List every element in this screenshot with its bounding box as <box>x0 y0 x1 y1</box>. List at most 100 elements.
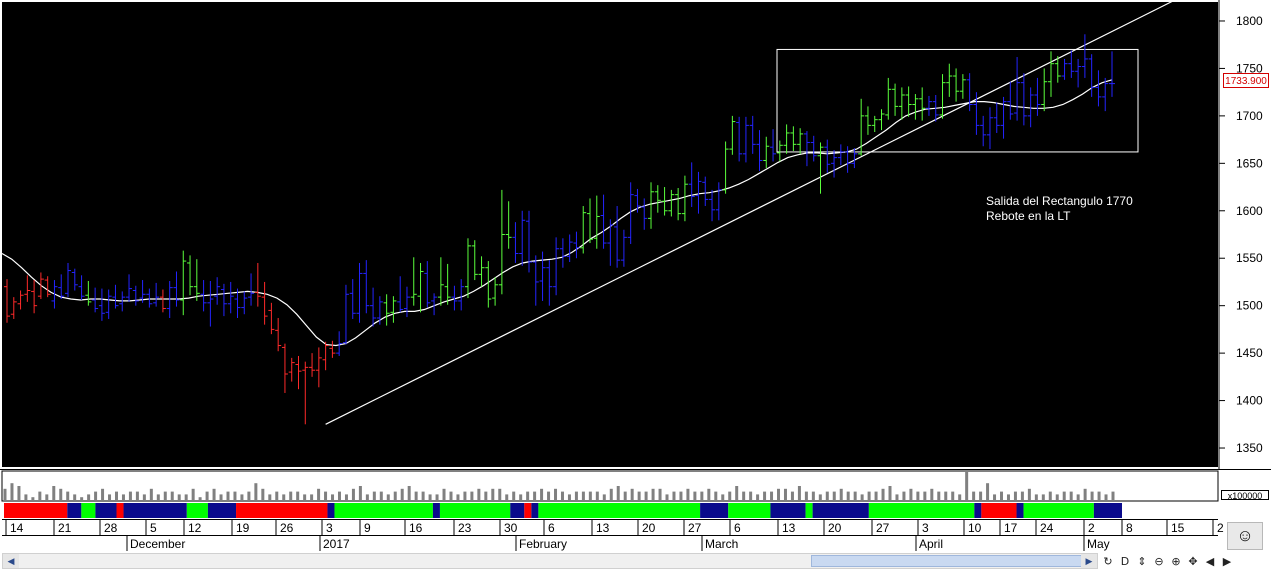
volume-bar <box>1062 491 1066 500</box>
volume-bar <box>31 497 35 500</box>
scroll-thumb[interactable] <box>811 555 1083 567</box>
regime-segment <box>95 503 117 518</box>
volume-bar <box>128 491 132 500</box>
volume-bar <box>728 491 732 500</box>
volume-bar <box>449 491 453 500</box>
volume-bar <box>94 491 98 500</box>
volume-bar <box>205 491 209 500</box>
volume-bar <box>623 491 627 500</box>
day-tick-label: 3 <box>922 521 929 535</box>
scroll-right-icon[interactable]: ▶ <box>1081 554 1097 568</box>
volume-bar <box>742 491 746 500</box>
day-tick-label: 12 <box>188 521 202 535</box>
scroll-left-icon[interactable]: ◀ <box>3 554 19 568</box>
volume-bar <box>3 488 7 500</box>
zoom-in-icon[interactable]: ⊕ <box>1168 554 1184 570</box>
arrow-left-icon[interactable]: ◀ <box>1202 554 1218 570</box>
day-tick-label: 20 <box>828 521 842 535</box>
volume-bar <box>658 488 662 500</box>
regime-segment <box>334 503 433 518</box>
day-tick-label: 2 <box>1217 521 1224 535</box>
volume-bar <box>937 491 941 500</box>
volume-bar <box>860 494 864 500</box>
volume-bar <box>986 483 990 500</box>
vertical-arrows-icon[interactable]: ⇕ <box>1134 554 1150 570</box>
month-tick-label: February <box>519 537 567 551</box>
y-tick-label: 1800 <box>1236 14 1263 28</box>
volume-bar <box>1013 491 1017 500</box>
regime-segment <box>868 503 975 518</box>
regime-segment <box>116 503 124 518</box>
day-tick-label: 17 <box>1004 521 1018 535</box>
volume-bar <box>87 494 91 500</box>
day-tick-label: 20 <box>642 521 656 535</box>
arrow-right-icon[interactable]: ▶ <box>1219 554 1235 570</box>
month-tick-label: March <box>705 537 738 551</box>
volume-bar <box>749 491 753 500</box>
volume-bar <box>156 494 160 500</box>
volume-bar <box>1027 488 1031 500</box>
volume-bar <box>101 488 105 500</box>
volume-bar <box>296 491 300 500</box>
regime-segment <box>728 503 771 518</box>
y-tick-label: 1400 <box>1236 394 1263 408</box>
regime-segment <box>805 503 813 518</box>
d-mode-icon[interactable]: D <box>1117 554 1133 570</box>
regime-segment <box>812 503 869 518</box>
regime-segment <box>186 503 208 518</box>
volume-bar <box>261 488 265 500</box>
volume-bar <box>275 491 279 500</box>
regime-segment <box>510 503 525 518</box>
volume-bar <box>317 488 321 500</box>
volume-bar <box>818 494 822 500</box>
zoom-out-icon[interactable]: ⊖ <box>1151 554 1167 570</box>
volume-bar <box>519 494 523 500</box>
volume-bar <box>867 491 871 500</box>
volume-bar <box>268 494 272 500</box>
volume-bar <box>219 494 223 500</box>
day-tick-label: 3 <box>326 521 333 535</box>
volume-bar <box>247 491 251 500</box>
volume-bar <box>1069 491 1073 500</box>
volume-bar <box>414 491 418 500</box>
day-tick-label: 6 <box>734 521 741 535</box>
volume-bar <box>351 488 355 500</box>
volume-bar <box>456 494 460 500</box>
volume-bar <box>526 491 530 500</box>
volume-bar <box>881 488 885 500</box>
volume-bar <box>142 494 146 500</box>
volume-bar <box>735 486 739 500</box>
refresh-icon[interactable]: ↻ <box>1100 554 1116 570</box>
regime-segment <box>1016 503 1024 518</box>
day-tick-label: 30 <box>504 521 518 535</box>
volume-bar <box>895 494 899 500</box>
day-tick-label: 15 <box>1171 521 1185 535</box>
volume-bar <box>721 494 725 500</box>
volume-bar <box>407 486 411 500</box>
volume-bar <box>533 491 537 500</box>
volume-bar <box>428 494 432 500</box>
volume-bar <box>770 491 774 500</box>
volume-bar <box>177 494 181 500</box>
volume-bar <box>254 483 258 500</box>
volume-bar <box>149 488 153 500</box>
volume-bar <box>651 488 655 500</box>
volume-bar <box>707 488 711 500</box>
day-tick-label: 6 <box>548 521 555 535</box>
regime-segment <box>1023 503 1094 518</box>
volume-bar <box>470 491 474 500</box>
regime-segment <box>439 503 511 518</box>
horizontal-scrollbar[interactable]: ◀ ▶ <box>2 553 1098 569</box>
smiley-icon[interactable]: ☺ <box>1227 522 1263 550</box>
regime-segment <box>538 503 701 518</box>
y-tick-label: 1700 <box>1236 109 1263 123</box>
volume-bar <box>825 491 829 500</box>
volume-bar <box>310 494 314 500</box>
volume-bar <box>602 494 606 500</box>
volume-bar <box>846 491 850 500</box>
volume-bar <box>644 491 648 500</box>
volume-bar <box>672 491 676 500</box>
move-icon[interactable]: ✥ <box>1185 554 1201 570</box>
volume-bar <box>547 491 551 500</box>
volume-bar <box>421 491 425 500</box>
